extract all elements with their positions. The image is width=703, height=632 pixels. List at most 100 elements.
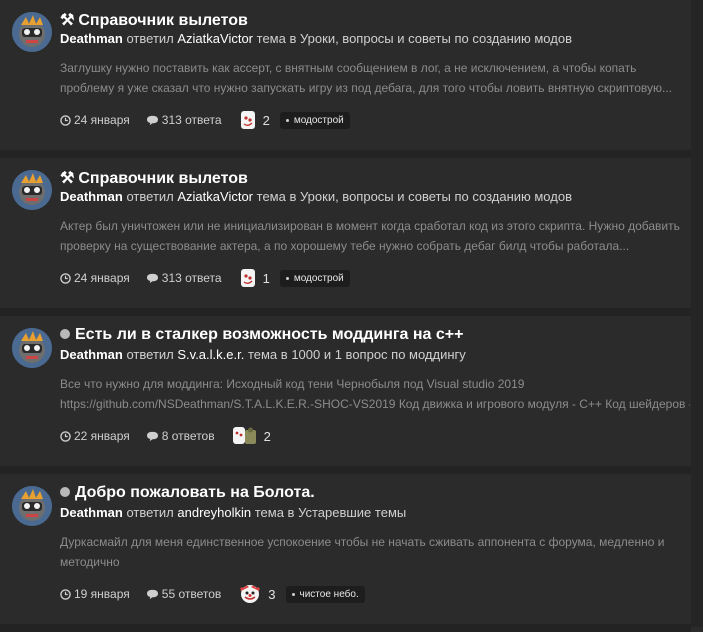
clock-icon (60, 430, 71, 442)
topic-title: Справочник вылетов (78, 170, 248, 187)
forum-link[interactable]: Уроки, вопросы и советы по созданию модо… (300, 189, 572, 204)
excerpt-line: Заглушку нужно поставить как ассерт, с в… (60, 61, 637, 75)
comment-icon (146, 115, 158, 125)
clock-icon (60, 588, 71, 600)
action-text: ответил (126, 505, 174, 520)
topic-tag[interactable]: чистое небо. (285, 585, 365, 603)
reaction-count: 3 (268, 586, 276, 602)
author-link[interactable]: Deathman (60, 189, 123, 204)
reaction-icon (240, 111, 255, 129)
reaction-count: 1 (262, 270, 270, 286)
comment-icon (146, 431, 158, 441)
topic-tag[interactable]: модострой (279, 111, 350, 129)
post-meta: 24 января 313 ответа 1 модострой (60, 266, 350, 290)
reaction-icon (240, 585, 260, 603)
in-text: тема в (247, 347, 288, 362)
reaction-icon (240, 269, 255, 287)
post-excerpt: Актер был уничтожен или не инициализиров… (60, 216, 690, 256)
replies-text: 8 ответов (161, 429, 215, 443)
excerpt-line: Актер был уничтожен или не инициализиров… (60, 219, 680, 233)
excerpt-line: проверку на существование актера, а по х… (60, 239, 630, 253)
topic-title-link[interactable]: ⚒ Справочник вылетов (60, 168, 248, 188)
topic-title-link[interactable]: Есть ли в сталкер возможность моддинга н… (60, 326, 463, 344)
excerpt-line: Все что нужно для моддинга: Исходный код… (60, 377, 525, 391)
topic-title: Справочник вылетов (78, 12, 248, 29)
recipient-link[interactable]: S.v.a.l.k.e.r. (177, 347, 244, 362)
author-link[interactable]: Deathman (60, 347, 123, 362)
activity-feed: ⚒ Справочник вылетов Deathman ответил Azi… (0, 0, 691, 632)
reaction-icon (232, 427, 256, 444)
avatar[interactable] (12, 486, 52, 526)
date-text: 24 января (74, 271, 130, 285)
replies-text: 313 ответа (161, 271, 222, 285)
tools-icon: ⚒ (60, 170, 75, 187)
replies-count: 8 ответов (146, 429, 215, 443)
date-text: 24 января (74, 113, 130, 127)
activity-item: Есть ли в сталкер возможность моддинга н… (0, 316, 691, 466)
author-link[interactable]: Deathman (60, 505, 123, 520)
byline: Deathman ответил AziatkaVictor тема в Ур… (60, 189, 572, 204)
excerpt-line: Дуркасмайл для меня единственное успокое… (60, 535, 665, 549)
forum-link[interactable]: Устаревшие темы (298, 505, 406, 520)
recipient-link[interactable]: AziatkaVictor (177, 189, 253, 204)
unread-dot-icon (60, 329, 70, 339)
post-meta: 24 января 313 ответа 2 модострой (60, 108, 350, 132)
reaction-count: 2 (263, 428, 271, 444)
excerpt-line: методично (60, 555, 120, 569)
byline: Deathman ответил andreyholkin тема в Уст… (60, 505, 406, 520)
avatar[interactable] (12, 328, 52, 368)
in-text: тема в (256, 189, 297, 204)
activity-item: ⚒ Справочник вылетов Deathman ответил Azi… (0, 0, 691, 150)
topic-title: Добро пожаловать на Болота. (75, 484, 315, 501)
date[interactable]: 22 января (60, 429, 130, 443)
forum-link[interactable]: 1000 и 1 вопрос по моддингу (291, 347, 465, 362)
reactions[interactable]: 2 (238, 110, 270, 130)
post-excerpt: Все что нужно для моддинга: Исходный код… (60, 374, 690, 414)
topic-title-link[interactable]: ⚒ Справочник вылетов (60, 10, 248, 30)
in-text: тема в (256, 31, 297, 46)
scrollbar[interactable] (691, 0, 703, 627)
post-excerpt: Дуркасмайл для меня единственное успокое… (60, 532, 690, 572)
post-excerpt: Заглушку нужно поставить как ассерт, с в… (60, 58, 690, 98)
action-text: ответил (126, 347, 174, 362)
forum-link[interactable]: Уроки, вопросы и советы по созданию модо… (300, 31, 572, 46)
date[interactable]: 24 января (60, 113, 130, 127)
post-meta: 19 января 55 ответов 3 чистое небо. (60, 582, 365, 606)
activity-item: ⚒ Справочник вылетов Deathman ответил Azi… (0, 158, 691, 308)
reactions[interactable]: 1 (238, 268, 270, 288)
clock-icon (60, 272, 71, 284)
replies-text: 313 ответа (161, 113, 222, 127)
date-text: 19 января (74, 587, 130, 601)
reaction-count: 2 (262, 112, 270, 128)
comment-icon (146, 589, 158, 599)
divider (0, 466, 691, 474)
date[interactable]: 24 января (60, 271, 130, 285)
recipient-link[interactable]: AziatkaVictor (177, 31, 253, 46)
topic-tag[interactable]: модострой (279, 269, 350, 287)
reactions[interactable]: 2 (231, 426, 271, 446)
divider (0, 624, 691, 632)
replies-count: 55 ответов (146, 587, 221, 601)
date[interactable]: 19 января (60, 587, 130, 601)
date-text: 22 января (74, 429, 130, 443)
byline: Deathman ответил S.v.a.l.k.e.r. тема в 1… (60, 347, 466, 362)
action-text: ответил (126, 189, 174, 204)
avatar[interactable] (12, 170, 52, 210)
author-link[interactable]: Deathman (60, 31, 123, 46)
divider (0, 308, 691, 316)
excerpt-line: https://github.com/NSDeathman/S.T.A.L.K.… (60, 397, 690, 411)
activity-item: Добро пожаловать на Болота. Deathman отв… (0, 474, 691, 624)
clock-icon (60, 114, 71, 126)
comment-icon (146, 273, 158, 283)
post-meta: 22 января 8 ответов 2 (60, 424, 281, 448)
avatar[interactable] (12, 12, 52, 52)
reactions[interactable]: 3 (237, 584, 276, 604)
excerpt-line: проблему я уже сказал что нужно запускат… (60, 81, 673, 95)
byline: Deathman ответил AziatkaVictor тема в Ур… (60, 31, 572, 46)
tools-icon: ⚒ (60, 12, 75, 29)
recipient-link[interactable]: andreyholkin (177, 505, 251, 520)
unread-dot-icon (60, 487, 70, 497)
divider (0, 150, 691, 158)
topic-title-link[interactable]: Добро пожаловать на Болота. (60, 484, 315, 502)
replies-count: 313 ответа (146, 113, 222, 127)
